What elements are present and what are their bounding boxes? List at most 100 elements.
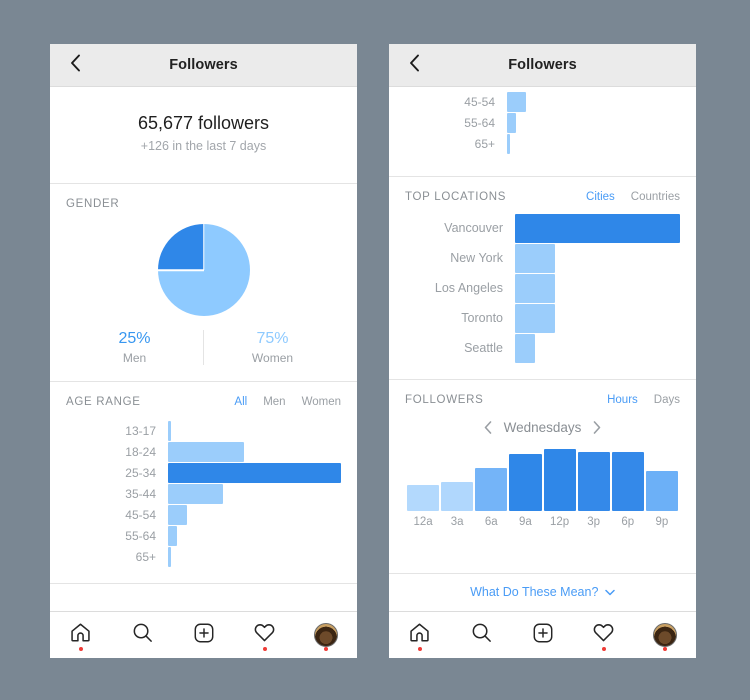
men-label: Men — [122, 351, 147, 365]
followers-count: 65,677 followers — [137, 113, 270, 133]
age-range-row-bar — [168, 504, 188, 525]
gender-legend: 25% Men 75% Women — [66, 322, 341, 381]
age-range-section-title: AGE RANGE — [66, 396, 141, 408]
followers-hour-label: 6a — [484, 516, 498, 528]
add-post-icon — [532, 622, 554, 649]
age-range-section: AGE RANGE All Men Women 13-17 18-24 25-34 3… — [50, 382, 357, 584]
followers-hour-bar — [441, 482, 474, 511]
back-button-right[interactable] — [401, 44, 427, 86]
tab-days[interactable]: Days — [654, 394, 680, 406]
age-range-row: 25-34 — [66, 462, 341, 483]
age-range-row: 45-54 — [405, 91, 680, 112]
tab-age-women[interactable]: Women — [302, 396, 341, 408]
age-range-row-bar — [507, 91, 527, 112]
tabbar-item-home[interactable] — [50, 612, 111, 658]
top-locations-row: New York — [405, 243, 680, 273]
followers-hours-axis-labels: 12a 3a 6a 9a 12p 3p 6p 9p — [405, 511, 680, 542]
gender-section-head: GENDER — [66, 184, 341, 210]
age-range-row-bar — [168, 525, 177, 546]
tab-age-all[interactable]: All — [234, 396, 247, 408]
followers-hour-label: 9a — [519, 516, 532, 528]
age-range-tabs: All Men Women — [234, 396, 341, 408]
age-range-row-bar — [168, 483, 224, 504]
age-range-row-track — [168, 441, 341, 462]
gender-section: GENDER 25% Men 75% Women — [50, 184, 357, 382]
content-spacer-left — [50, 584, 357, 611]
tabbar-item-heart[interactable] — [573, 612, 634, 658]
age-range-row: 18-24 — [66, 441, 341, 462]
followers-hours-bar-chart — [405, 441, 680, 511]
tabbar-right — [389, 611, 696, 658]
followers-hour-label: 3a — [450, 516, 464, 528]
search-icon — [470, 621, 493, 649]
age-range-row: 65+ — [66, 546, 341, 567]
age-range-row-bar — [507, 133, 511, 154]
home-icon — [408, 621, 431, 649]
current-day-label: Wednesdays — [503, 420, 582, 435]
tabbar-item-search[interactable] — [450, 612, 511, 658]
followers-hour-label: 12p — [549, 516, 570, 528]
top-locations-row-label: Toronto — [461, 311, 503, 325]
tab-age-men[interactable]: Men — [263, 396, 285, 408]
age-range-row-label: 25-34 — [125, 465, 156, 480]
phone-screen-left: Followers 65,677 followers +126 in the l… — [50, 44, 357, 658]
top-locations-row-track — [515, 213, 680, 243]
back-button-left[interactable] — [62, 44, 88, 86]
women-label: Women — [251, 351, 294, 365]
followers-hour-label: 9p — [655, 516, 669, 528]
top-locations-row-bar — [515, 213, 680, 243]
tabbar-item-add-post[interactable] — [173, 612, 234, 658]
followers-hour-column — [645, 441, 678, 511]
chevron-left-icon — [70, 54, 81, 77]
tabbar-item-home[interactable] — [389, 612, 450, 658]
tabbar-item-search[interactable] — [111, 612, 172, 658]
top-locations-row: Seattle — [405, 333, 680, 363]
screen-body-left: 65,677 followers +126 in the last 7 days… — [50, 87, 357, 611]
age-range-row-bar — [168, 546, 172, 567]
age-range-row-bar — [168, 441, 245, 462]
age-range-row-label: 55-64 — [464, 115, 495, 130]
age-range-row: 35-44 — [66, 483, 341, 504]
age-range-row-track — [507, 91, 680, 112]
tabbar-item-add-post[interactable] — [512, 612, 573, 658]
tabbar-item-profile-avatar[interactable] — [635, 612, 696, 658]
notification-dot — [601, 647, 606, 651]
day-pager: Wednesdays — [405, 406, 680, 441]
add-post-icon — [193, 622, 215, 649]
tab-cities[interactable]: Cities — [586, 191, 615, 203]
chevron-down-icon — [605, 585, 615, 599]
age-range-row-bar — [168, 420, 172, 441]
followers-hour-column — [407, 441, 440, 511]
tabbar-item-profile-avatar[interactable] — [296, 612, 357, 658]
top-locations-row-bar — [515, 243, 555, 273]
search-icon — [131, 621, 154, 649]
age-range-row-track — [507, 133, 680, 154]
top-locations-section-head: TOP LOCATIONS Cities Countries — [405, 177, 680, 203]
age-range-bar-chart: 13-17 18-24 25-34 35-44 45-54 55-64 65+ — [66, 408, 341, 583]
gender-pie-chart — [157, 224, 250, 316]
followers-hour-bar — [645, 471, 678, 511]
women-percentage: 75% — [256, 330, 289, 347]
next-day-button[interactable] — [593, 421, 601, 434]
gender-legend-women: 75% Women — [203, 330, 341, 365]
phone-screen-right: Followers 45-54 55-64 65+ TOP LOCATIONS Ci… — [389, 44, 696, 658]
age-range-bar-chart-clipped: 45-54 55-64 65+ — [405, 87, 680, 154]
age-range-row: 55-64 — [66, 525, 341, 546]
age-range-row-track — [168, 546, 341, 567]
top-locations-row: Vancouver — [405, 213, 680, 243]
top-locations-row-track — [515, 273, 680, 303]
tab-countries[interactable]: Countries — [631, 191, 680, 203]
chevron-left-icon — [409, 54, 420, 77]
what-do-these-mean-link[interactable]: What Do These Mean? — [389, 573, 696, 611]
content-spacer-right — [389, 542, 696, 573]
tabbar-item-heart[interactable] — [234, 612, 295, 658]
followers-hour-bar — [543, 449, 576, 511]
age-range-row-label: 13-17 — [125, 423, 156, 438]
prev-day-button[interactable] — [484, 421, 492, 434]
top-locations-row-track — [515, 303, 680, 333]
gender-legend-men: 25% Men — [66, 330, 203, 365]
top-locations-row-bar — [515, 303, 555, 333]
tab-hours[interactable]: Hours — [607, 394, 638, 406]
notification-dot — [78, 647, 83, 651]
heart-icon — [592, 621, 615, 649]
